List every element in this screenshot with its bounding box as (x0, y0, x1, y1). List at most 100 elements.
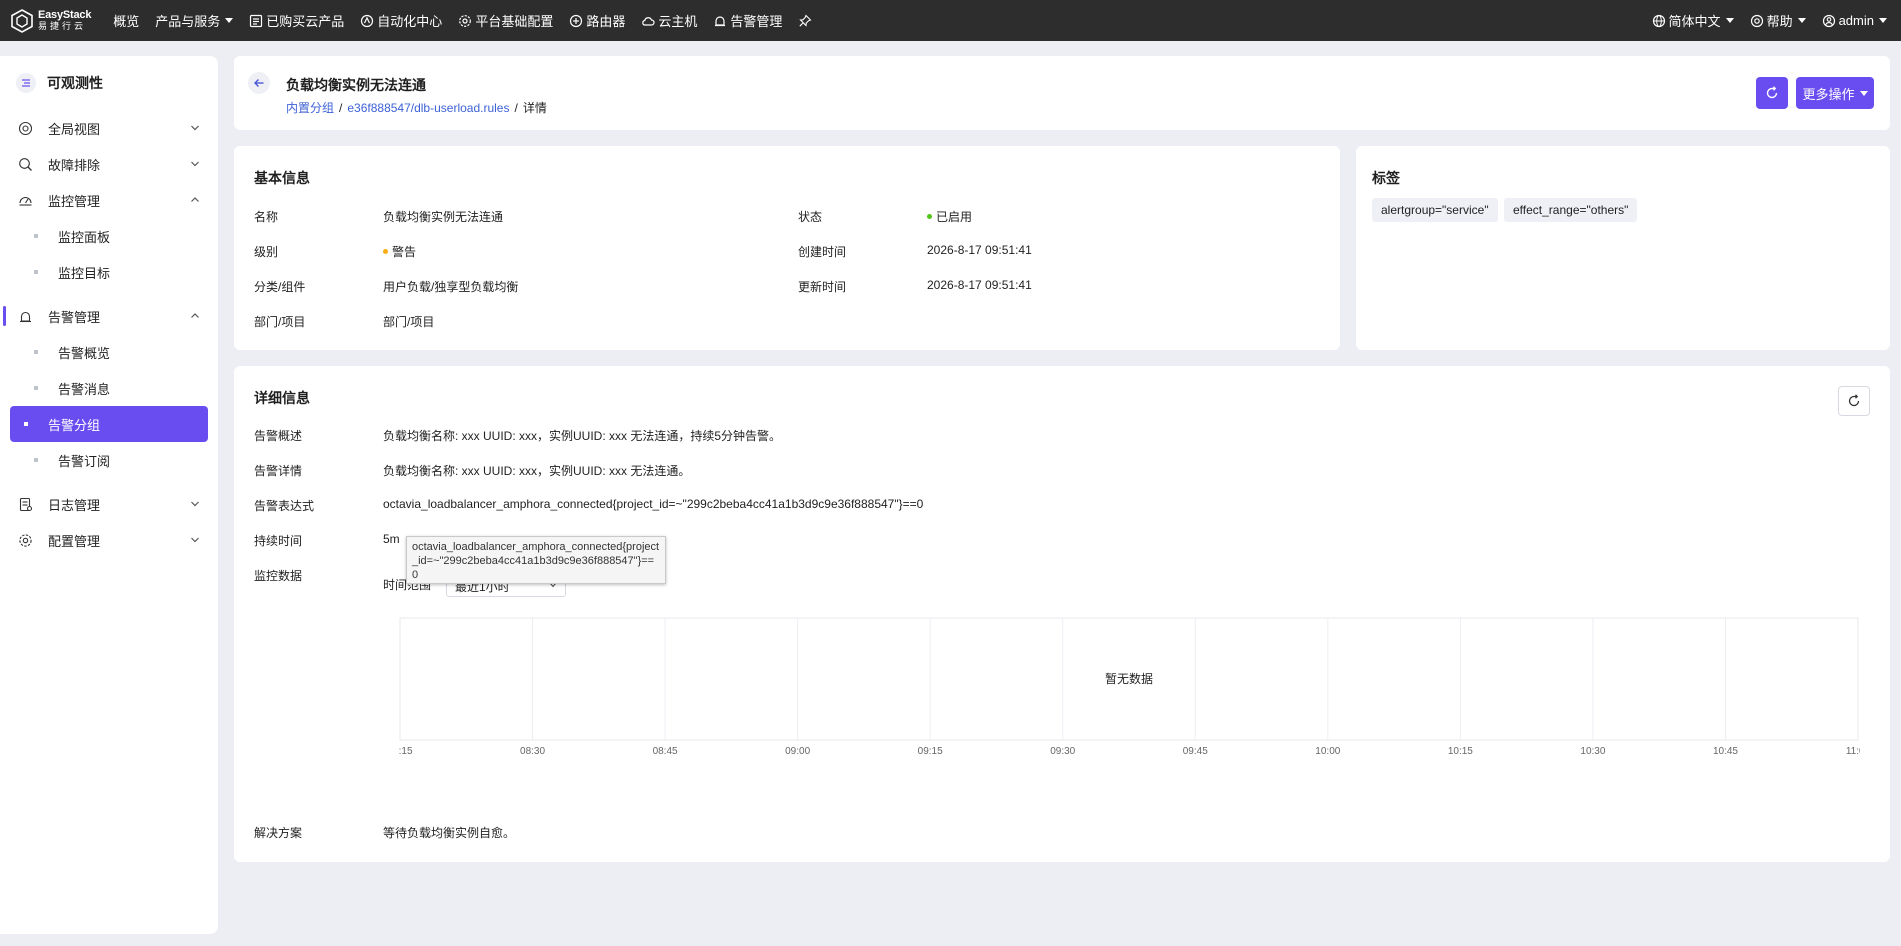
back-button[interactable] (248, 72, 270, 94)
alarm-icon (20, 311, 31, 322)
more-actions-button[interactable]: 更多操作 (1796, 77, 1874, 109)
list-icon (250, 14, 263, 27)
nav-router-label: 路由器 (586, 14, 626, 29)
alarm-icon (715, 15, 726, 26)
breadcrumb-rules-file[interactable]: e36f888547/dlb-userload.rules (347, 101, 509, 115)
field-created-label: 创建时间 (798, 245, 847, 259)
bullet-icon (34, 350, 38, 354)
field-detail-label: 告警详情 (254, 464, 303, 478)
user-label: admin (1838, 13, 1874, 28)
top-nav: 概览 产品与服务 已购买云产品 自动化中心 平台基础配置 路由器 云主机 告警管… (105, 0, 823, 41)
sidebar-subitem-alarm-subscription[interactable]: 告警订阅 (10, 442, 208, 478)
logo-text-line1: EasyStack (38, 8, 92, 21)
user-menu[interactable]: admin (1814, 0, 1895, 41)
chart-empty-text: 暂无数据 (1105, 671, 1153, 686)
sidebar-subitem-monitor-target[interactable]: 监控目标 (10, 254, 208, 290)
sidebar-subitem-label: 告警消息 (58, 381, 111, 397)
chevron-down-icon (191, 161, 199, 167)
refresh-icon (1766, 86, 1778, 99)
nav-purchased-products[interactable]: 已购买云产品 (241, 0, 352, 41)
nav-alarm-label: 告警管理 (730, 14, 783, 29)
chart-x-tick-label: 10:15 (1448, 746, 1473, 756)
breadcrumb-builtin-group[interactable]: 内置分组 (286, 101, 334, 115)
nav-cloud-host-label: 云主机 (658, 14, 698, 29)
field-duration-label: 持续时间 (254, 534, 303, 548)
sidebar-item-global-view[interactable]: 全局视图 (0, 110, 218, 146)
sidebar-subitem-label: 监控目标 (58, 265, 111, 281)
nav-platform-config-label: 平台基础配置 (475, 14, 554, 29)
caret-down-icon (1859, 90, 1868, 96)
help-menu[interactable]: 帮助 (1742, 0, 1814, 41)
sidebar-item-log-management[interactable]: 日志管理 (0, 486, 218, 522)
refresh-button[interactable] (1756, 77, 1788, 109)
field-department-value: 部门/项目 (383, 315, 435, 329)
sidebar-subitem-label: 告警分组 (48, 417, 101, 433)
chart-x-tick-label: 10:45 (1713, 746, 1738, 756)
easystack-logo[interactable]: EasyStack 易捷行云 (10, 8, 92, 33)
sidebar-subitem-monitor-panel[interactable]: 监控面板 (10, 218, 208, 254)
field-duration-value: 5m (383, 532, 400, 546)
sidebar-item-alarm-management[interactable]: 告警管理 (0, 298, 218, 334)
bullet-icon (34, 386, 38, 390)
page-header: 负载均衡实例无法连通 内置分组 / e36f888547/dlb-userload.… (234, 56, 1890, 130)
chart-x-tick-label: 08:45 (653, 746, 678, 756)
nav-platform-config[interactable]: 平台基础配置 (450, 0, 561, 41)
gear-icon (19, 533, 32, 547)
chart-x-tick-label: 09:15 (918, 746, 943, 756)
chart-x-tick-label: 09:00 (785, 746, 810, 756)
nav-automation-center[interactable]: 自动化中心 (352, 0, 450, 41)
language-selector[interactable]: 简体中文 (1644, 0, 1742, 41)
nav-cloud-host[interactable]: 云主机 (633, 0, 705, 41)
nav-router[interactable]: 路由器 (561, 0, 633, 41)
sidebar-item-monitor-management[interactable]: 监控管理 (0, 182, 218, 218)
tag-chip: effect_range="others" (1504, 198, 1638, 222)
pin-button[interactable] (790, 0, 823, 41)
troubleshoot-icon (19, 157, 32, 171)
field-category-value: 用户负载/独享型负载均衡 (383, 280, 519, 294)
enabled-dot-icon (927, 214, 932, 220)
sidebar-item-label: 故障排除 (48, 157, 101, 173)
menu-collapse-icon[interactable] (16, 73, 36, 93)
basic-info-title: 基本信息 (254, 170, 310, 186)
field-monitor-label: 监控数据 (254, 569, 303, 583)
chart-refresh-button[interactable] (1838, 386, 1870, 416)
sidebar-subitem-alarm-messages[interactable]: 告警消息 (10, 370, 208, 406)
chevron-up-icon (191, 313, 199, 318)
automation-icon (361, 14, 374, 27)
sidebar-title: 可观测性 (47, 75, 103, 91)
breadcrumb-current: 详情 (522, 101, 547, 115)
tags-title: 标签 (1372, 170, 1400, 186)
breadcrumb-separator: / (514, 101, 518, 115)
user-icon (1822, 14, 1835, 27)
chart-x-tick-label: 08:30 (520, 746, 545, 756)
sidebar-subitem-alarm-overview[interactable]: 告警概览 (10, 334, 208, 370)
sidebar-item-troubleshoot[interactable]: 故障排除 (0, 146, 218, 182)
chart-x-ticks: 08:15 08:30 08:45 09:00 09:15 09:30 09:45 10:00… (398, 746, 1860, 756)
nav-purchased-label: 已购买云产品 (266, 14, 345, 29)
caret-down-icon (1797, 18, 1806, 23)
field-created-value: 2026-8-17 09:51:41 (927, 243, 1032, 257)
logo-icon (11, 8, 33, 33)
nav-overview[interactable]: 概览 (105, 0, 147, 41)
pin-icon (799, 14, 812, 27)
bullet-icon (24, 422, 28, 426)
arrow-left-icon (254, 79, 264, 87)
level-text: 警告 (392, 245, 417, 259)
chart-x-tick-label: 09:30 (1050, 746, 1075, 756)
field-detail-value: 负载均衡名称: xxx UUID: xxx，实例UUID: xxx 无法连通。 (383, 464, 691, 478)
page-title: 负载均衡实例无法连通 (286, 77, 426, 93)
sidebar-subitem-label: 监控面板 (58, 229, 111, 245)
sidebar-item-config-management[interactable]: 配置管理 (0, 522, 218, 558)
chart-plot-area (633, 616, 634, 617)
caret-down-icon (1879, 18, 1887, 23)
nav-products-services[interactable]: 产品与服务 (147, 0, 241, 41)
field-name-label: 名称 (254, 210, 279, 224)
nav-alarm-management[interactable]: 告警管理 (705, 0, 790, 41)
field-status-label: 状态 (798, 210, 823, 224)
chart-x-tick-label: 11:00 (1846, 746, 1860, 756)
caret-down-icon (225, 18, 234, 23)
sidebar-subitem-alarm-groups[interactable]: 告警分组 (10, 406, 208, 442)
breadcrumb-separator: / (339, 101, 343, 115)
chart-x-tick-label: 10:30 (1580, 746, 1605, 756)
sidebar-item-label: 日志管理 (48, 497, 101, 513)
